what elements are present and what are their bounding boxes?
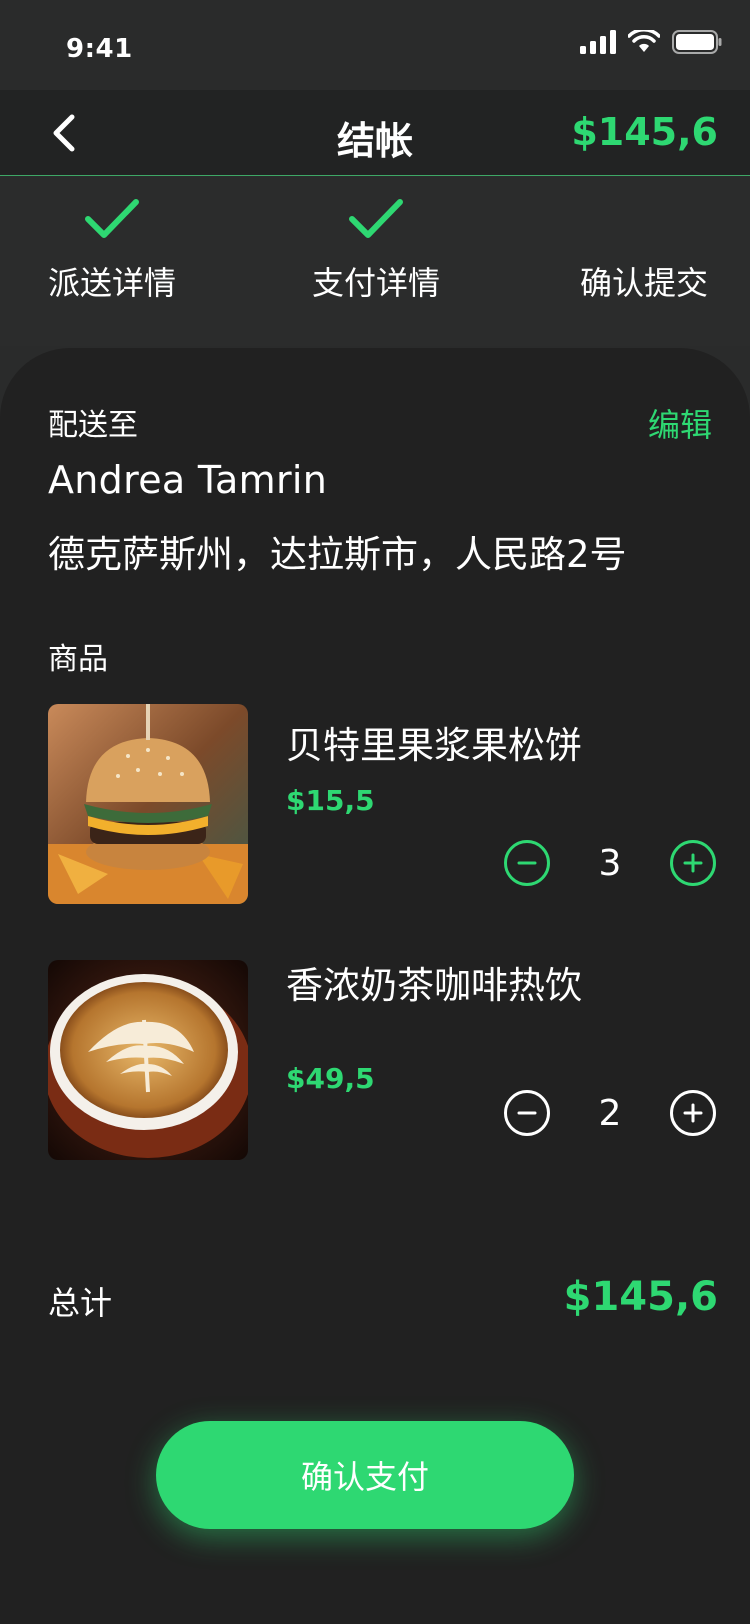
- decrease-quantity-button[interactable]: [504, 1090, 550, 1136]
- plus-icon: [683, 1103, 703, 1123]
- item-price: $49,5: [286, 1062, 375, 1095]
- products-label: 商品: [48, 642, 108, 677]
- item-name: 香浓奶茶咖啡热饮: [286, 964, 582, 1007]
- step-confirm-submit[interactable]: 确认提交: [554, 188, 734, 304]
- quantity-stepper: 2: [504, 1090, 716, 1136]
- checkmark-icon: [85, 199, 139, 238]
- shipping-address: 德克萨斯州，达拉斯市，人民路2号: [48, 533, 627, 576]
- step-payment-details[interactable]: 支付详情: [286, 188, 466, 304]
- total-value: $145,6: [563, 1274, 718, 1320]
- quantity-value: 3: [598, 842, 622, 884]
- battery-icon: [672, 30, 722, 54]
- cart-item: 贝特里果浆果松饼 $15,5 3: [48, 704, 728, 904]
- burger-image: [48, 704, 248, 904]
- step-label: 确认提交: [579, 264, 708, 302]
- status-bar: 9:41: [0, 0, 750, 90]
- quantity-stepper: 3: [504, 840, 716, 886]
- step-label: 派送详情: [47, 264, 176, 302]
- status-time: 9:41: [66, 34, 133, 64]
- wifi-icon: [628, 30, 660, 52]
- latte-image: [48, 960, 248, 1160]
- decrease-quantity-button[interactable]: [504, 840, 550, 886]
- minus-icon: [517, 861, 537, 865]
- signal-icon: [580, 30, 616, 54]
- edit-address-link[interactable]: 编辑: [648, 400, 712, 446]
- checkmark-icon: [349, 199, 403, 238]
- increase-quantity-button[interactable]: [670, 1090, 716, 1136]
- checkout-steps: 派送详情 支付详情 确认提交: [0, 176, 750, 346]
- header-total: $145,6: [571, 110, 718, 154]
- cart-item: 香浓奶茶咖啡热饮 $49,5 2: [48, 960, 728, 1160]
- recipient-name: Andrea Tamrin: [48, 458, 328, 502]
- item-price: $15,5: [286, 784, 375, 817]
- confirm-payment-button[interactable]: 确认支付: [156, 1421, 574, 1529]
- status-icons: [580, 30, 722, 54]
- step-delivery-details[interactable]: 派送详情: [22, 188, 202, 304]
- item-name: 贝特里果浆果松饼: [286, 724, 582, 767]
- total-label: 总计: [48, 1284, 113, 1322]
- step-label: 支付详情: [311, 264, 440, 302]
- increase-quantity-button[interactable]: [670, 840, 716, 886]
- checkout-card: 配送至 编辑 Andrea Tamrin 德克萨斯州，达拉斯市，人民路2号 商品: [0, 348, 750, 1624]
- quantity-value: 2: [598, 1092, 622, 1134]
- plus-icon: [683, 853, 703, 873]
- header: 结帐 $145,6: [0, 90, 750, 176]
- shipping-label: 配送至: [48, 408, 138, 443]
- minus-icon: [517, 1111, 537, 1115]
